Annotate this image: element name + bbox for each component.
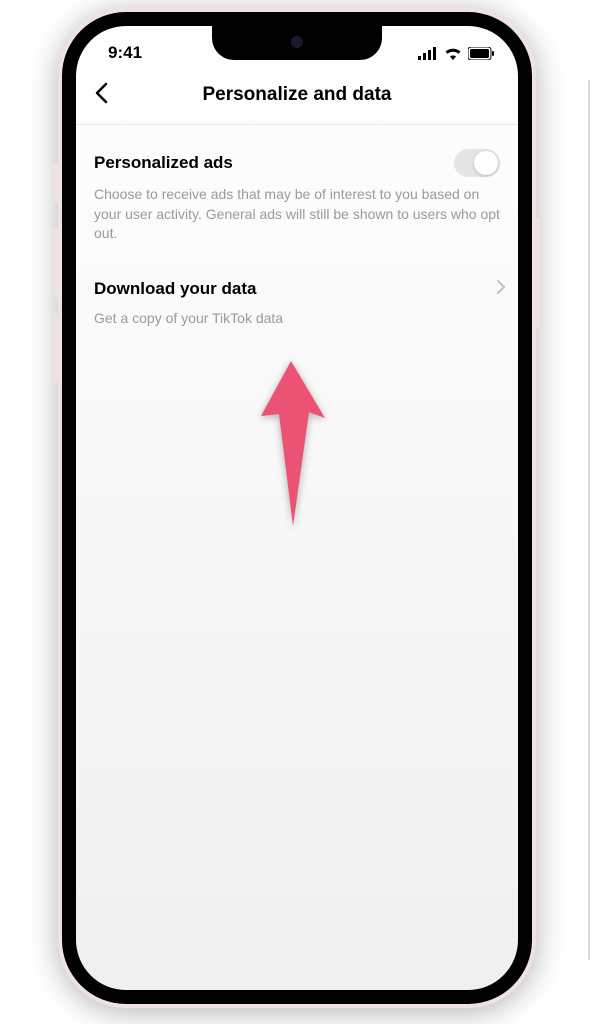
volume-down-button xyxy=(54,313,58,383)
personalized-ads-toggle[interactable] xyxy=(454,149,500,177)
download-data-description: Get a copy of your TikTok data xyxy=(94,309,500,329)
notch xyxy=(212,26,382,60)
wifi-icon xyxy=(444,47,462,60)
battery-icon xyxy=(468,47,494,60)
status-icons xyxy=(418,47,494,60)
divider-line xyxy=(588,80,590,960)
screen: 9:41 Personalize and data xyxy=(76,26,518,990)
front-camera xyxy=(291,36,303,48)
chevron-right-icon xyxy=(496,278,506,301)
personalized-ads-title: Personalized ads xyxy=(94,153,233,173)
power-button xyxy=(536,218,540,328)
download-data-section[interactable]: Download your data Get a copy of your Ti… xyxy=(94,278,500,329)
cellular-icon xyxy=(418,47,438,60)
phone-frame: 9:41 Personalize and data xyxy=(58,8,536,1008)
content-area: Personalized ads Choose to receive ads t… xyxy=(76,125,518,386)
back-button[interactable] xyxy=(94,81,108,109)
nav-header: Personalize and data xyxy=(76,70,518,125)
personalized-ads-description: Choose to receive ads that may be of int… xyxy=(94,185,500,244)
volume-up-button xyxy=(54,228,58,298)
download-data-title: Download your data xyxy=(94,279,256,299)
personalized-ads-section: Personalized ads Choose to receive ads t… xyxy=(94,149,500,244)
mute-switch xyxy=(54,163,58,203)
toggle-knob xyxy=(474,151,498,175)
status-time: 9:41 xyxy=(108,43,142,63)
page-title: Personalize and data xyxy=(94,84,500,106)
